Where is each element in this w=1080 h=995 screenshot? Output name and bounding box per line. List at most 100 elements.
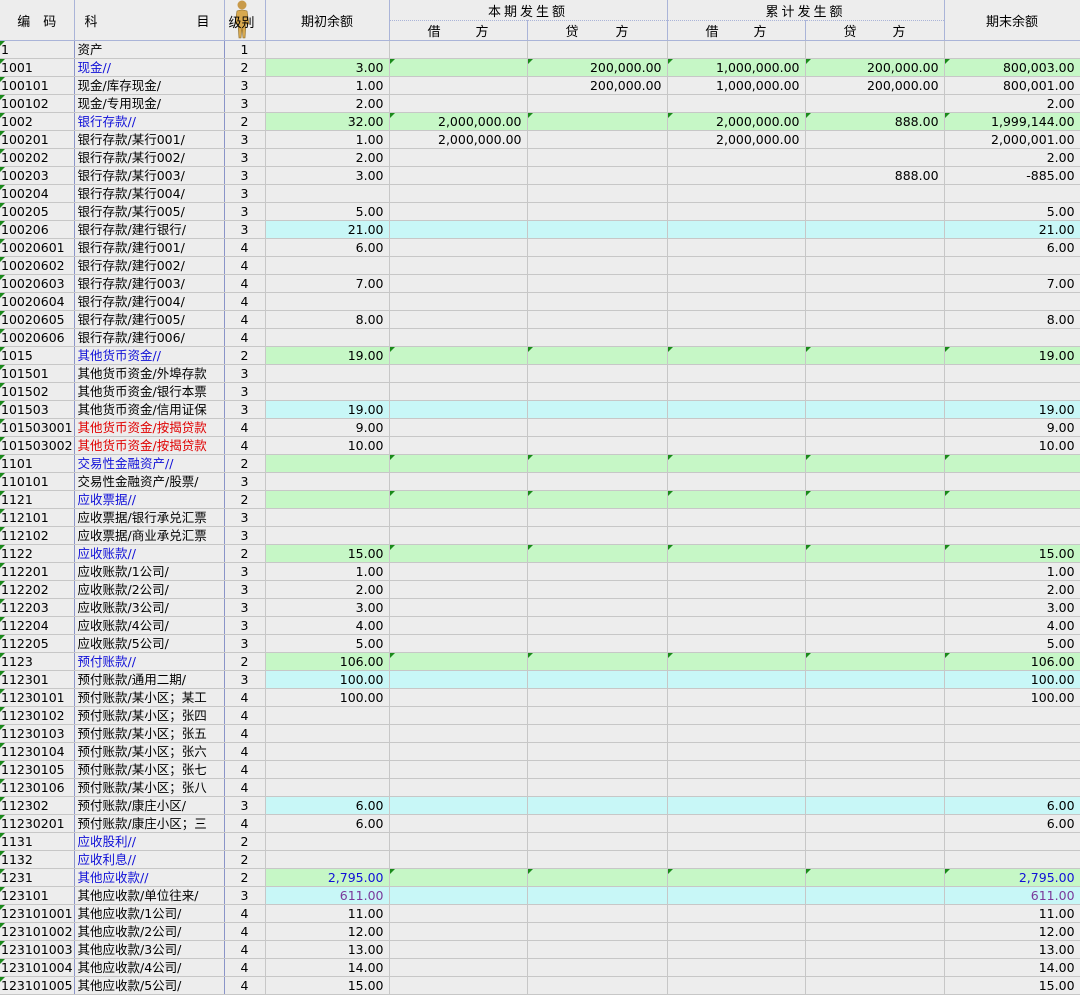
cell-account-name[interactable]: 现金// [74,58,225,77]
cell-period-debit[interactable] [389,274,528,293]
cell-account-name[interactable]: 其他货币资金// [74,346,225,365]
cell-cumulative-debit[interactable] [667,922,806,941]
cell-period-credit[interactable] [527,310,668,329]
cell-level[interactable]: 3 [224,220,266,239]
cell-closing-balance[interactable]: 2,000,001.00 [944,130,1080,149]
cell-closing-balance[interactable] [944,850,1080,869]
cell-cumulative-credit[interactable] [805,364,945,383]
cell-cumulative-debit[interactable] [667,832,806,851]
cell-code[interactable]: 100101 [0,76,75,95]
cell-code[interactable]: 100204 [0,184,75,203]
cell-opening-balance[interactable]: 100.00 [265,688,390,707]
cell-cumulative-debit[interactable] [667,382,806,401]
cell-opening-balance[interactable]: 2.00 [265,148,390,167]
cell-cumulative-debit[interactable]: 1,000,000.00 [667,58,806,77]
cell-closing-balance[interactable]: 7.00 [944,274,1080,293]
cell-period-debit[interactable] [389,184,528,203]
cell-level[interactable]: 3 [224,166,266,185]
cell-cumulative-credit[interactable] [805,688,945,707]
cell-period-credit[interactable] [527,364,668,383]
cell-opening-balance[interactable] [265,454,390,473]
cell-cumulative-credit[interactable] [805,148,945,167]
cell-code[interactable]: 100203 [0,166,75,185]
cell-cumulative-credit[interactable] [805,670,945,689]
table-row[interactable]: 123101002 其他应收款/2公司/4 12.00 12.00 [0,922,1080,941]
cell-closing-balance[interactable]: 15.00 [944,976,1080,995]
cell-level[interactable]: 4 [224,238,266,257]
cell-period-debit[interactable] [389,544,528,563]
cell-level[interactable]: 3 [224,364,266,383]
cell-period-debit[interactable] [389,364,528,383]
table-row[interactable]: 1121 应收票据//2 [0,490,1080,509]
cell-period-credit[interactable] [527,346,668,365]
cell-code[interactable]: 10020606 [0,328,75,347]
cell-level[interactable]: 3 [224,130,266,149]
cell-account-name[interactable]: 应收账款/1公司/ [74,562,225,581]
table-row[interactable]: 10020605 银行存款/建行005/4 8.00 8.00 [0,310,1080,329]
cell-cumulative-credit[interactable] [805,508,945,527]
cell-closing-balance[interactable]: 100.00 [944,688,1080,707]
cell-code[interactable]: 101503002 [0,436,75,455]
cell-cumulative-credit[interactable] [805,292,945,311]
cell-period-debit[interactable] [389,760,528,779]
cell-closing-balance[interactable]: 14.00 [944,958,1080,977]
cell-closing-balance[interactable]: 10.00 [944,436,1080,455]
cell-code[interactable]: 112202 [0,580,75,599]
cell-closing-balance[interactable]: 19.00 [944,346,1080,365]
cell-period-credit[interactable] [527,184,668,203]
cell-period-debit[interactable] [389,940,528,959]
cell-period-debit[interactable] [389,346,528,365]
cell-closing-balance[interactable] [944,454,1080,473]
cell-level[interactable]: 4 [224,922,266,941]
cell-cumulative-debit[interactable] [667,670,806,689]
cell-period-debit[interactable] [389,724,528,743]
cell-opening-balance[interactable]: 15.00 [265,976,390,995]
cell-level[interactable]: 3 [224,382,266,401]
cell-level[interactable]: 3 [224,796,266,815]
cell-level[interactable]: 4 [224,292,266,311]
cell-account-name[interactable]: 银行存款/建行006/ [74,328,225,347]
cell-cumulative-credit[interactable] [805,130,945,149]
cell-cumulative-debit[interactable] [667,526,806,545]
cell-cumulative-credit[interactable] [805,256,945,275]
header-closing-balance[interactable]: 期末余额 [944,0,1080,41]
cell-account-name[interactable]: 其他应收款/单位往来/ [74,886,225,905]
cell-period-credit[interactable] [527,274,668,293]
cell-opening-balance[interactable] [265,328,390,347]
cell-cumulative-debit[interactable] [667,184,806,203]
cell-opening-balance[interactable]: 1.00 [265,562,390,581]
cell-opening-balance[interactable]: 1.00 [265,130,390,149]
cell-closing-balance[interactable]: 1.00 [944,562,1080,581]
cell-code[interactable]: 1001 [0,58,75,77]
cell-closing-balance[interactable]: 11.00 [944,904,1080,923]
cell-period-credit[interactable] [527,94,668,113]
cell-closing-balance[interactable] [944,292,1080,311]
cell-cumulative-debit[interactable] [667,886,806,905]
cell-code[interactable]: 123101002 [0,922,75,941]
cell-opening-balance[interactable] [265,778,390,797]
cell-account-name[interactable]: 应收账款/2公司/ [74,580,225,599]
cell-code[interactable]: 123101005 [0,976,75,995]
cell-period-debit[interactable] [389,688,528,707]
cell-period-credit[interactable] [527,472,668,491]
cell-code[interactable]: 1002 [0,112,75,131]
cell-opening-balance[interactable]: 611.00 [265,886,390,905]
cell-closing-balance[interactable] [944,184,1080,203]
cell-account-name[interactable]: 预付账款/某小区；张七 [74,760,225,779]
cell-cumulative-debit[interactable] [667,796,806,815]
cell-level[interactable]: 4 [224,976,266,995]
cell-level[interactable]: 2 [224,112,266,131]
header-cumulative-debit[interactable]: 借 方 [667,20,806,41]
cell-account-name[interactable]: 银行存款/某行005/ [74,202,225,221]
cell-cumulative-debit[interactable] [667,472,806,491]
cell-cumulative-credit[interactable] [805,976,945,995]
cell-code[interactable]: 112101 [0,508,75,527]
table-row[interactable]: 112302 预付账款/康庄小区/3 6.00 6.00 [0,796,1080,815]
header-cumulative-credit[interactable]: 贷 方 [805,20,945,41]
table-row[interactable]: 11230104 预付账款/某小区；张六 4 [0,742,1080,761]
table-row[interactable]: 1015 其他货币资金//2 19.00 19.00 [0,346,1080,365]
cell-closing-balance[interactable] [944,832,1080,851]
table-row[interactable]: 101503002 其他货币资金/按揭贷款 4 10.00 10.00 [0,436,1080,455]
cell-cumulative-credit[interactable] [805,796,945,815]
cell-cumulative-credit[interactable] [805,634,945,653]
